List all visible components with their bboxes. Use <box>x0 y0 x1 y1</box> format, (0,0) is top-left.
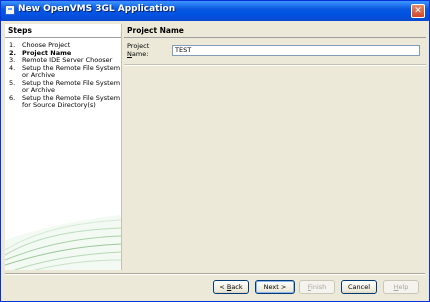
wizard-window: New OpenVMS 3GL Application ✕ Steps 1. C… <box>0 0 430 302</box>
project-name-label: Project Name: <box>127 42 150 58</box>
cancel-button[interactable]: Cancel <box>341 280 377 294</box>
help-button[interactable]: Help <box>383 280 419 294</box>
steps-heading: Steps <box>5 24 121 38</box>
steps-list: 1. Choose Project 2. Project Name 3. Rem… <box>5 41 121 110</box>
finish-button[interactable]: Finish <box>299 280 335 294</box>
step-item-6: 6. Setup the Remote File System for Sour… <box>9 93 121 109</box>
back-button[interactable]: < Back <box>213 280 249 294</box>
close-button[interactable]: ✕ <box>411 4 425 18</box>
step-item-4: 4. Setup the Remote File System or Archi… <box>9 63 121 79</box>
content-heading: Project Name <box>124 24 426 38</box>
project-name-input[interactable] <box>172 44 420 56</box>
content-panel: Project Name Project Name: <box>124 24 426 270</box>
decorative-swirl-image <box>5 215 121 270</box>
title-bar[interactable]: New OpenVMS 3GL Application ✕ <box>1 1 429 21</box>
app-icon <box>5 5 15 15</box>
button-bar-separator <box>5 273 425 275</box>
close-icon: ✕ <box>414 6 422 16</box>
steps-panel: Steps 1. Choose Project 2. Project Name … <box>5 24 122 270</box>
next-button[interactable]: Next > <box>255 280 295 294</box>
window-title: New OpenVMS 3GL Application <box>18 4 176 14</box>
step-label: Setup the Remote File System for Source … <box>22 93 121 109</box>
step-item-5: 5. Setup the Remote File System or Archi… <box>9 78 121 94</box>
step-label: Setup the Remote File System or Archive <box>22 63 121 79</box>
project-name-row: Project Name: <box>127 42 420 58</box>
step-label: Setup the Remote File System or Archive <box>22 78 121 94</box>
content-separator <box>124 64 426 66</box>
